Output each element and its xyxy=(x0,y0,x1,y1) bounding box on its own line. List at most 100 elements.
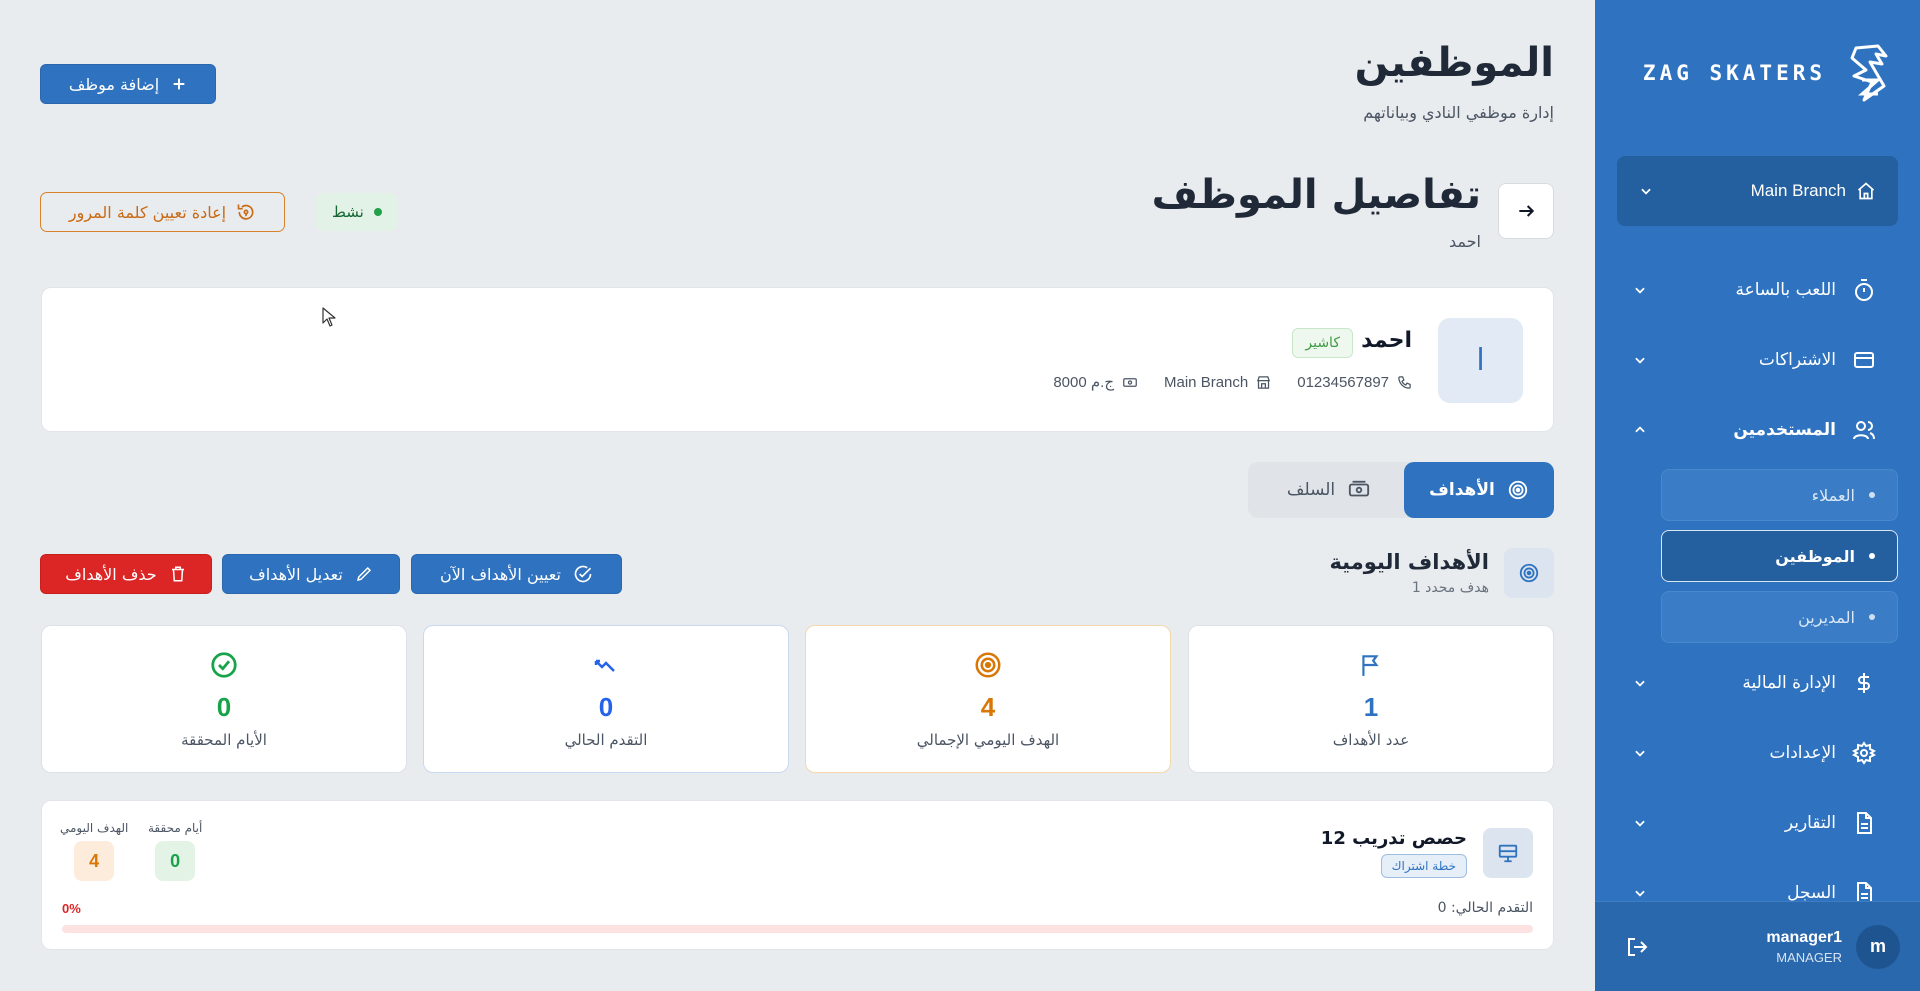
branch-selector[interactable]: Main Branch xyxy=(1617,156,1898,226)
delete-goals-label: حذف الأهداف xyxy=(65,564,157,584)
stat-label: التقدم الحالي xyxy=(564,731,648,749)
add-employee-button[interactable]: إضافة موظف xyxy=(40,64,216,104)
chevron-down-icon xyxy=(1639,184,1653,198)
status-label: نشط xyxy=(332,203,364,221)
section-subtitle: 1 هدف محدد xyxy=(1411,580,1489,596)
plan-badge: خطة اشتراك xyxy=(1380,854,1467,878)
nav-label: التقارير xyxy=(1784,813,1836,833)
phone-icon xyxy=(1397,375,1412,390)
stat-value: 4 xyxy=(980,692,996,722)
chevron-down-icon xyxy=(1633,353,1647,367)
chevron-down-icon xyxy=(1633,283,1647,297)
mouse-cursor-icon xyxy=(322,307,336,327)
nav-item-finance[interactable]: الإدارة المالية xyxy=(1617,658,1898,708)
employee-branch: Main Branch xyxy=(1164,373,1249,391)
sub-label: الموظفين xyxy=(1775,546,1855,566)
nav-item-hourly-play[interactable]: اللعب بالساعة xyxy=(1617,265,1898,315)
stat-card-daily-total: 4 الهدف اليومي الإجمالي xyxy=(805,625,1171,773)
users-icon xyxy=(1852,418,1876,442)
bullet-icon xyxy=(1869,614,1875,620)
sidebar-footer: m manager1 MANAGER xyxy=(1595,901,1920,991)
stat-value: 0 xyxy=(598,692,614,722)
plus-icon xyxy=(171,76,187,92)
section-title: الأهداف اليومية xyxy=(1329,550,1489,574)
sub-item-managers[interactable]: المديرين xyxy=(1661,591,1898,643)
chevron-down-icon xyxy=(1633,676,1647,690)
stat-value: 1 xyxy=(1363,692,1379,722)
employee-phone: 01234567897 xyxy=(1297,373,1389,391)
tab-advances[interactable]: السلف xyxy=(1254,462,1404,518)
nav-item-subscriptions[interactable]: الاشتراكات xyxy=(1617,335,1898,385)
sub-label: العملاء xyxy=(1811,485,1855,505)
nav-item-settings[interactable]: الإعدادات xyxy=(1617,728,1898,778)
store-icon xyxy=(1256,375,1271,390)
logout-icon[interactable] xyxy=(1625,935,1649,959)
user-name: manager1 xyxy=(1766,928,1842,946)
assign-goals-button[interactable]: تعيين الأهداف الآن xyxy=(411,554,622,594)
nav-label: المستخدمين xyxy=(1733,420,1836,440)
tab-advances-label: السلف xyxy=(1286,480,1336,500)
chevron-down-icon xyxy=(1633,746,1647,760)
stopwatch-icon xyxy=(1852,278,1876,302)
back-button[interactable] xyxy=(1498,183,1554,239)
tabs: الأهداف السلف xyxy=(1248,462,1554,518)
nav-item-reports[interactable]: التقارير xyxy=(1617,798,1898,848)
gear-icon xyxy=(1852,741,1876,765)
sidebar: ZAG SKATERS Main Branch اللعب بالساعة ال… xyxy=(1595,0,1920,991)
sub-item-employees[interactable]: الموظفين xyxy=(1661,530,1898,582)
avatar: m xyxy=(1856,924,1900,969)
stat-label: الهدف اليومي الإجمالي xyxy=(916,731,1060,749)
dollar-icon xyxy=(1852,671,1876,695)
daily-goal-label: الهدف اليومي xyxy=(60,821,129,835)
bullet-icon xyxy=(1869,553,1875,559)
tab-goals[interactable]: الأهداف xyxy=(1404,462,1554,518)
progress-label: التقدم الحالي: 0 xyxy=(1437,900,1533,916)
employee-card: ا احمد كاشير 01234567897 Main Branch 800… xyxy=(41,287,1554,432)
progress-percent: 0% xyxy=(62,901,81,916)
document-icon xyxy=(1852,811,1876,835)
arrow-right-icon xyxy=(1516,201,1536,221)
brand-name: ZAG SKATERS xyxy=(1642,61,1826,85)
target-icon xyxy=(1518,562,1540,584)
edit-goals-label: تعديل الأهداف xyxy=(249,564,343,584)
reset-password-label: إعادة تعيين كلمة المرور xyxy=(68,202,227,222)
flag-icon xyxy=(1189,650,1553,680)
user-role: MANAGER xyxy=(1776,949,1842,965)
dragon-logo-icon xyxy=(1848,42,1890,104)
credit-card-icon xyxy=(1852,348,1876,372)
employee-avatar: ا xyxy=(1438,318,1523,403)
assign-goals-label: تعيين الأهداف الآن xyxy=(440,564,561,584)
nav-label: اللعب بالساعة xyxy=(1735,280,1836,300)
employee-salary: 8000 ج.م xyxy=(1053,374,1115,391)
nav-label: الإدارة المالية xyxy=(1742,673,1836,693)
details-subtitle: احمد xyxy=(1449,232,1481,251)
nav-item-users[interactable]: المستخدمين xyxy=(1617,405,1898,455)
stat-label: الأيام المحققة xyxy=(181,731,267,749)
stat-card-current-progress: 0 التقدم الحالي xyxy=(423,625,789,773)
add-employee-label: إضافة موظف xyxy=(68,74,160,94)
user-profile[interactable]: m manager1 MANAGER xyxy=(1766,924,1900,969)
progress-bar xyxy=(62,925,1533,933)
home-icon xyxy=(1856,181,1876,201)
nav-label: السجل xyxy=(1787,883,1836,903)
reset-key-icon xyxy=(236,202,256,222)
sub-item-clients[interactable]: العملاء xyxy=(1661,469,1898,521)
brand[interactable]: ZAG SKATERS xyxy=(1643,42,1890,104)
delete-goals-button[interactable]: حذف الأهداف xyxy=(40,554,212,594)
plan-icon xyxy=(1483,828,1533,878)
page-subtitle: إدارة موظفي النادي وبياناتهم xyxy=(1363,103,1554,122)
status-dot-icon xyxy=(373,208,382,216)
reset-password-button[interactable]: إعادة تعيين كلمة المرور xyxy=(40,192,285,232)
section-icon xyxy=(1504,548,1554,598)
stat-card-days-achieved: 0 الأيام المحققة xyxy=(41,625,407,773)
achieved-days-value: 0 xyxy=(155,841,196,881)
details-title: تفاصيل الموظف xyxy=(1151,172,1481,218)
money-icon xyxy=(1347,479,1371,501)
edit-goals-button[interactable]: تعديل الأهداف xyxy=(222,554,400,594)
bullet-icon xyxy=(1869,492,1875,498)
stat-value: 0 xyxy=(216,692,232,722)
target-icon xyxy=(1507,479,1529,501)
presentation-icon xyxy=(1497,842,1519,864)
stat-label: عدد الأهداف xyxy=(1332,731,1410,749)
sub-label: المديرين xyxy=(1798,607,1855,627)
